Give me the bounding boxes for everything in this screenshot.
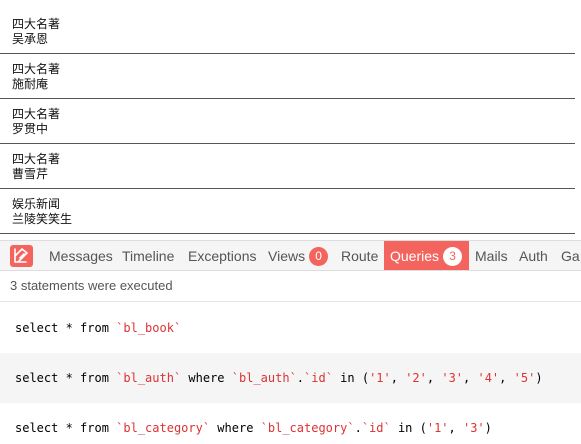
tab-label: Timeline (122, 248, 175, 264)
sql-identifier: '1' (369, 371, 391, 385)
tab-label: Views (268, 248, 306, 264)
tab-label: Ga (561, 248, 580, 264)
book-item: 娱乐新闻 兰陵笑笑生 (0, 197, 575, 235)
sql-identifier: `bl_category` (260, 421, 355, 435)
tab-label: Exceptions (188, 248, 257, 264)
tab-label: Mails (475, 248, 508, 264)
tab-label: Queries (390, 248, 440, 264)
sql-statement[interactable]: select * from `bl_auth` where `bl_auth`.… (0, 353, 581, 403)
sql-statement[interactable]: select * from `bl_book` (0, 303, 581, 353)
divider (0, 188, 575, 189)
sql-keyword: where (210, 421, 261, 435)
sql-keyword: ) (484, 421, 492, 435)
sql-keyword: , (463, 371, 478, 385)
sql-keyword: ) (535, 371, 543, 385)
sql-identifier: `bl_book` (116, 321, 182, 335)
sql-keyword: , (448, 421, 463, 435)
sql-identifier: `id` (304, 371, 333, 385)
laravel-debugbar-logo-icon[interactable] (10, 245, 33, 267)
sql-identifier: '4' (477, 371, 500, 385)
book-item: 四大名著 曹雪芹 (0, 152, 575, 190)
tab-mails[interactable]: Mails (469, 241, 514, 270)
tab-queries[interactable]: Queries 3 (384, 241, 469, 270)
sql-identifier: '3' (441, 371, 464, 385)
tab-messages[interactable]: Messages (43, 241, 119, 270)
tab-gate[interactable]: Ga (555, 241, 581, 270)
book-category: 四大名著 (12, 62, 61, 76)
book-author: 罗贯中 (12, 122, 49, 136)
debugbar-tabbar: Messages Timeline Exceptions Views 0 Rout… (0, 241, 581, 271)
sql-identifier: '2' (405, 371, 427, 385)
sql-keyword: , (390, 371, 406, 385)
book-category: 娱乐新闻 (12, 197, 61, 211)
book-author: 吴承恩 (12, 32, 49, 46)
views-count-badge: 0 (309, 247, 329, 266)
tab-label: Route (341, 248, 379, 264)
sql-identifier: `bl_category` (116, 421, 211, 435)
book-item: 四大名著 罗贯中 (0, 107, 575, 145)
book-category: 四大名著 (12, 107, 61, 121)
divider (0, 233, 575, 234)
sql-keyword: in ( (332, 371, 370, 385)
sql-keyword: . (354, 421, 362, 435)
book-author: 兰陵笑笑生 (12, 212, 73, 226)
book-category: 四大名著 (12, 17, 61, 31)
tab-label: Messages (49, 248, 113, 264)
sql-keyword: select * from (15, 321, 117, 335)
queries-summary: 3 statements were executed (0, 272, 581, 302)
book-author: 曹雪芹 (12, 167, 49, 181)
sql-keyword: in ( (390, 421, 427, 435)
tab-auth[interactable]: Auth (513, 241, 554, 270)
divider (0, 98, 575, 99)
tab-views[interactable]: Views 0 (262, 241, 334, 270)
sql-identifier: '5' (513, 371, 536, 385)
sql-keyword: . (296, 371, 305, 385)
divider (0, 143, 575, 144)
book-author: 施耐庵 (12, 77, 49, 91)
sql-keyword: where (181, 371, 232, 385)
divider (0, 53, 575, 54)
sql-identifier: '1' (426, 421, 449, 435)
book-item: 四大名著 施耐庵 (0, 62, 575, 100)
debugbar: Messages Timeline Exceptions Views 0 Rout… (0, 240, 581, 444)
sql-keyword: select * from (15, 371, 117, 385)
sql-identifier: `bl_auth` (231, 371, 297, 385)
tab-timeline[interactable]: Timeline (116, 241, 180, 270)
sql-keyword: , (499, 371, 514, 385)
sql-keyword: select * from (15, 421, 117, 435)
sql-keyword: , (426, 371, 442, 385)
queries-count-badge: 3 (443, 247, 463, 266)
tab-route[interactable]: Route (335, 241, 384, 270)
tab-exceptions[interactable]: Exceptions (182, 241, 262, 270)
book-item: 四大名著 吴承恩 (0, 17, 575, 55)
tab-label: Auth (519, 248, 548, 264)
sql-identifier: '3' (462, 421, 485, 435)
book-category: 四大名著 (12, 152, 61, 166)
sql-identifier: `id` (361, 421, 391, 435)
sql-statement[interactable]: select * from `bl_category` where `bl_ca… (0, 403, 581, 444)
sql-identifier: `bl_auth` (116, 371, 182, 385)
